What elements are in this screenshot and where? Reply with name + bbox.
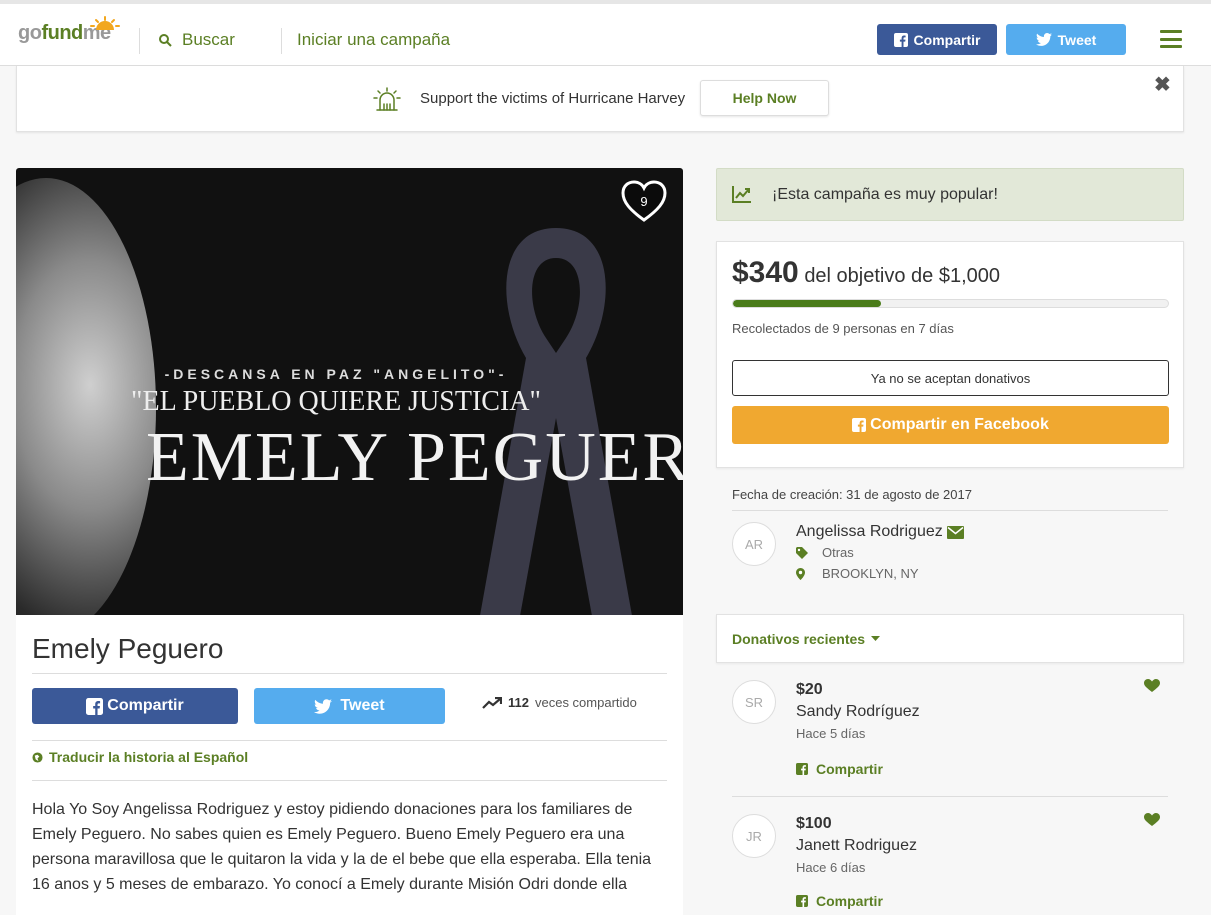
search-icon [159, 34, 172, 47]
siren-icon [373, 87, 401, 111]
share-count: 112 veces compartido [482, 695, 637, 710]
facebook-share-label: Compartir [107, 697, 184, 714]
share-count-label: veces compartido [534, 695, 637, 710]
facebook-icon [796, 895, 808, 907]
category-label[interactable]: Otras [822, 545, 854, 560]
twitter-icon [314, 698, 333, 714]
progress-bar [732, 299, 1169, 308]
popular-campaign-text: ¡Esta campaña es muy popular! [772, 186, 998, 203]
header-tweet-label: Tweet [1057, 31, 1097, 48]
goal-text: del objetivo de $1,000 [804, 265, 1001, 287]
popular-campaign-notice: ¡Esta campaña es muy popular! [716, 168, 1184, 221]
nav-divider [139, 28, 140, 54]
nav-divider [281, 28, 282, 54]
trending-icon [482, 696, 502, 709]
donations-closed-button[interactable]: Ya no se aceptan donativos [732, 360, 1169, 396]
campaign-hero-image: -DESCANSA EN PAZ "ANGELITO"- "EL PUEBLO … [16, 168, 683, 615]
heart-icon[interactable] [1144, 679, 1160, 693]
translate-story-link[interactable]: Traducir la historia al Español [32, 749, 248, 765]
hero-caption-name: EMELY PEGUER [146, 419, 683, 496]
organizer-avatar: AR [732, 522, 776, 566]
facebook-icon [852, 418, 867, 432]
close-icon[interactable]: ✖ [1154, 72, 1171, 97]
hero-caption-line1: -DESCANSA EN PAZ "ANGELITO"- [164, 366, 508, 382]
header-facebook-share-label: Compartir [913, 31, 981, 48]
donation-share-label: Compartir [816, 893, 883, 909]
donation-share-link[interactable]: Compartir [796, 893, 883, 909]
hamburger-menu-icon[interactable] [1160, 30, 1182, 48]
header-facebook-share-button[interactable]: Compartir [877, 24, 997, 55]
share-count-number: 112 [508, 695, 529, 710]
hero-caption-line2: "EL PUEBLO QUIERE JUSTICIA" [131, 386, 541, 417]
globe-icon [32, 751, 43, 763]
donor-name: Janett Rodriguez [796, 837, 917, 854]
envelope-icon[interactable] [946, 525, 964, 539]
donation-share-link[interactable]: Compartir [796, 761, 883, 777]
recent-donations-dropdown[interactable]: Donativos recientes [732, 631, 881, 647]
organizer-name[interactable]: Angelissa Rodriguez [796, 523, 943, 541]
facebook-icon [893, 32, 908, 47]
logo-text-go: go [18, 22, 42, 44]
location-row: BROOKLYN, NY [796, 566, 919, 581]
tweet-label: Tweet [340, 697, 385, 714]
donor-avatar: SR [732, 680, 776, 724]
search-label: Buscar [182, 30, 235, 49]
donor-name: Sandy Rodríguez [796, 703, 920, 720]
recent-donations-header[interactable]: Donativos recientes [716, 614, 1184, 663]
divider [32, 740, 667, 741]
translate-label: Traducir la historia al Español [49, 749, 249, 765]
divider [732, 796, 1168, 797]
twitter-icon [1035, 33, 1052, 46]
divider [32, 780, 667, 781]
help-now-button[interactable]: Help Now [700, 80, 829, 116]
tweet-button[interactable]: Tweet [254, 688, 445, 724]
donation-time: Hace 6 días [796, 860, 866, 875]
hurricane-harvey-banner: Support the victims of Hurricane Harvey … [16, 66, 1184, 132]
category-row: Otras [796, 545, 854, 560]
donation-share-label: Compartir [816, 761, 883, 777]
donation-amount: $100 [796, 815, 832, 832]
chevron-down-icon [871, 636, 881, 641]
share-on-facebook-button[interactable]: Compartir en Facebook [732, 406, 1169, 444]
raised-summary: $340 del objetivo de $1,000 [732, 256, 1000, 290]
heart-icon[interactable] [1144, 813, 1160, 827]
banner-text: Support the victims of Hurricane Harvey [420, 90, 686, 107]
donor-avatar: JR [732, 814, 776, 858]
recent-donations-label: Donativos recientes [732, 631, 866, 647]
donation-time: Hace 5 días [796, 726, 866, 741]
search-link[interactable]: Buscar [158, 30, 235, 50]
organizer-name-row: Angelissa Rodriguez [796, 523, 964, 541]
share-on-facebook-label: Compartir en Facebook [870, 416, 1049, 433]
progress-bar-fill [733, 300, 881, 307]
campaign-story-text: Hola Yo Soy Angelissa Rodriguez y estoy … [32, 801, 652, 893]
heart-count: 9 [640, 194, 648, 209]
start-campaign-link[interactable]: Iniciar una campaña [297, 30, 450, 50]
divider [32, 673, 667, 674]
collected-text: Recolectados de 9 personas en 7 días [732, 321, 954, 336]
facebook-icon [86, 697, 104, 715]
logo-text-fund: fund [41, 22, 83, 44]
header-tweet-button[interactable]: Tweet [1006, 24, 1126, 55]
campaign-story-panel: Emely Peguero Compartir Tweet 112 veces … [16, 615, 683, 915]
creation-date: Fecha de creación: 31 de agosto de 2017 [732, 487, 972, 502]
top-navigation-bar: gofundme Buscar Iniciar una campaña Comp… [0, 0, 1211, 66]
trending-chart-icon [732, 186, 751, 203]
location-pin-icon [796, 567, 805, 580]
raised-amount: $340 [732, 256, 799, 289]
donation-goal-card: $340 del objetivo de $1,000 Recolectados… [716, 241, 1184, 468]
donation-amount: $20 [796, 681, 823, 698]
campaign-title: Emely Peguero [32, 633, 224, 664]
facebook-icon [796, 763, 808, 775]
divider [732, 510, 1168, 511]
facebook-share-button[interactable]: Compartir [32, 688, 238, 724]
location-label: BROOKLYN, NY [822, 566, 919, 581]
tag-icon [796, 546, 808, 559]
logo-sun-icon [90, 16, 120, 30]
